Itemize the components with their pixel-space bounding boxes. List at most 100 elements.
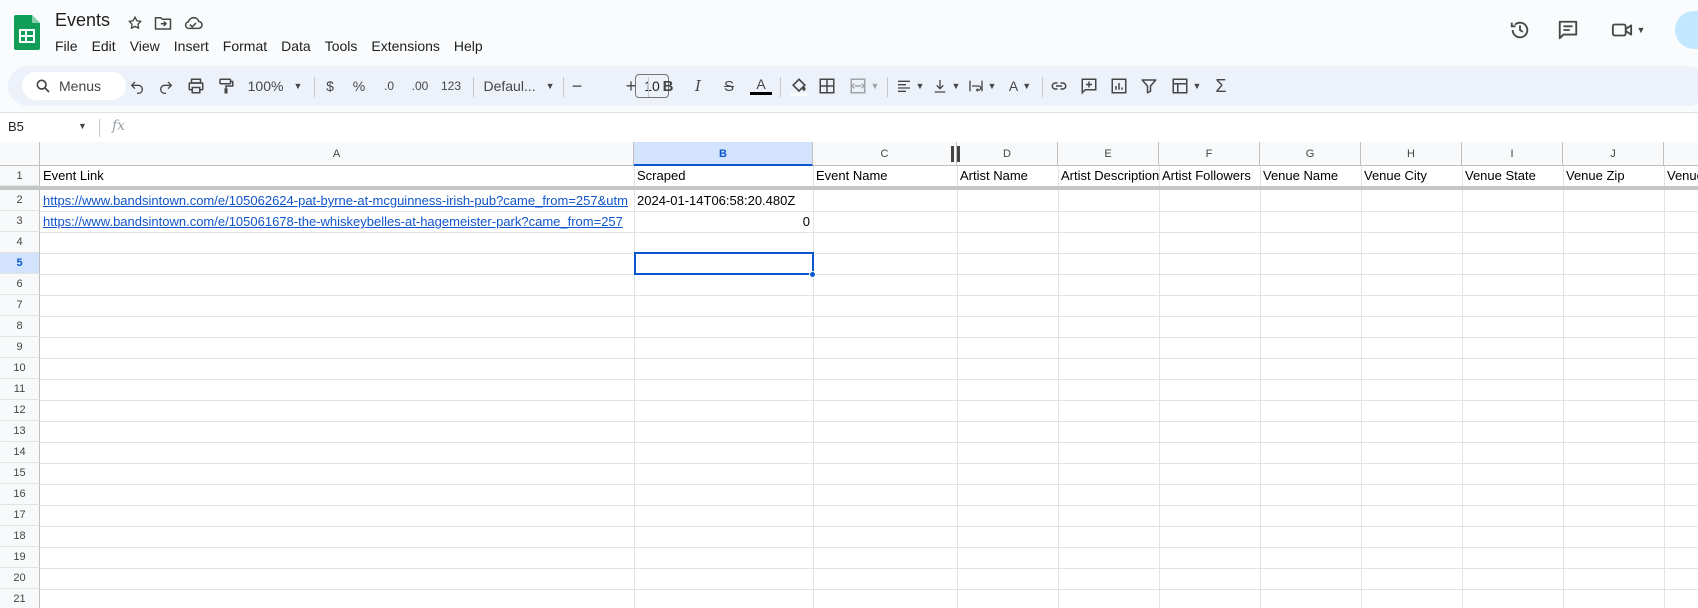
filter-icon[interactable] (1138, 74, 1160, 98)
cell-c1[interactable]: Event Name (813, 166, 957, 186)
currency-format-button[interactable]: $ (322, 74, 338, 98)
fill-handle[interactable] (809, 271, 816, 278)
select-all-corner[interactable] (0, 142, 40, 166)
cell-b3[interactable]: 0 (634, 211, 813, 232)
row-header-1[interactable]: 1 (0, 166, 40, 186)
document-title[interactable]: Events (55, 10, 110, 31)
column-header-g[interactable]: G (1260, 142, 1361, 166)
column-header-h[interactable]: H (1361, 142, 1462, 166)
cell-f1[interactable]: Artist Followers (1159, 166, 1260, 186)
menu-edit[interactable]: Edit (85, 36, 123, 56)
menu-extensions[interactable]: Extensions (364, 36, 446, 56)
column-header-a[interactable]: A (40, 142, 634, 166)
star-icon[interactable] (124, 12, 146, 34)
row-header-19[interactable]: 19 (0, 547, 40, 568)
bold-icon[interactable]: B (658, 74, 678, 98)
row-header-8[interactable]: 8 (0, 316, 40, 337)
column-header-d[interactable]: D (957, 142, 1058, 166)
cell-a2[interactable]: https://www.bandsintown.com/e/105062624-… (40, 190, 634, 211)
menu-tools[interactable]: Tools (318, 36, 365, 56)
column-header-i[interactable]: I (1462, 142, 1563, 166)
insert-chart-icon[interactable] (1108, 74, 1130, 98)
cell-k1[interactable]: Venue (1664, 166, 1698, 186)
row-header-14[interactable]: 14 (0, 442, 40, 463)
row-header-4[interactable]: 4 (0, 232, 40, 253)
comments-icon[interactable] (1553, 15, 1583, 45)
borders-icon[interactable] (816, 74, 838, 98)
text-color-icon[interactable]: A (748, 74, 774, 98)
insert-comment-icon[interactable] (1078, 74, 1100, 98)
row-header-21[interactable]: 21 (0, 589, 40, 608)
row-header-2[interactable]: 2 (0, 190, 40, 211)
column-header-j[interactable]: J (1563, 142, 1664, 166)
percent-format-button[interactable]: % (350, 74, 368, 98)
cell-i1[interactable]: Venue State (1462, 166, 1563, 186)
horizontal-align-icon[interactable]: ▼ (892, 74, 928, 98)
column-header-f[interactable]: F (1159, 142, 1260, 166)
menus-search[interactable]: Menus (22, 72, 126, 100)
filter-views-icon[interactable]: ▼ (1168, 74, 1204, 98)
menu-data[interactable]: Data (274, 36, 318, 56)
name-box-dropdown-icon[interactable]: ▼ (78, 121, 87, 131)
zoom-select[interactable]: 100% ▼ (244, 74, 306, 98)
row-header-10[interactable]: 10 (0, 358, 40, 379)
menu-insert[interactable]: Insert (167, 36, 216, 56)
undo-icon[interactable] (126, 74, 148, 98)
strikethrough-icon[interactable]: S (718, 74, 740, 98)
column-header-b[interactable]: B (634, 142, 813, 166)
decrease-decimal-button[interactable]: .0 (378, 74, 400, 98)
move-folder-icon[interactable] (152, 12, 174, 34)
column-header-e[interactable]: E (1058, 142, 1159, 166)
menu-format[interactable]: Format (216, 36, 274, 56)
row-header-16[interactable]: 16 (0, 484, 40, 505)
row-header-3[interactable]: 3 (0, 211, 40, 232)
meet-video-icon[interactable]: ▼ (1605, 15, 1651, 45)
row-header-6[interactable]: 6 (0, 274, 40, 295)
cell-j1[interactable]: Venue Zip (1563, 166, 1664, 186)
print-icon[interactable] (185, 74, 207, 98)
menu-view[interactable]: View (123, 36, 167, 56)
version-history-icon[interactable] (1505, 15, 1535, 45)
row-header-20[interactable]: 20 (0, 568, 40, 589)
font-size-increase-icon[interactable]: + (622, 74, 640, 98)
text-wrap-icon[interactable]: ▼ (964, 74, 1000, 98)
vertical-align-icon[interactable]: ▼ (928, 74, 964, 98)
row-header-17[interactable]: 17 (0, 505, 40, 526)
row-header-18[interactable]: 18 (0, 526, 40, 547)
cell-d1[interactable]: Artist Name (957, 166, 1058, 186)
row-header-11[interactable]: 11 (0, 379, 40, 400)
cloud-status-icon[interactable] (182, 12, 204, 34)
merge-cells-icon[interactable]: ▼ (846, 74, 882, 98)
redo-icon[interactable] (155, 74, 177, 98)
cell-e1[interactable]: Artist Description (1058, 166, 1159, 186)
font-size-decrease-icon[interactable]: − (568, 74, 586, 98)
column-header-c[interactable]: C (813, 142, 957, 166)
row-header-13[interactable]: 13 (0, 421, 40, 442)
increase-decimal-button[interactable]: .00 (408, 74, 432, 98)
sheets-logo-icon[interactable] (14, 15, 40, 50)
column-resize-handle[interactable] (951, 146, 960, 162)
row-header-9[interactable]: 9 (0, 337, 40, 358)
spreadsheet-grid[interactable]: A B C D E F G H I J 1 2 3 4 5 6 7 8 9 10… (0, 142, 1698, 608)
selected-cell-b5[interactable] (634, 252, 814, 275)
row-header-12[interactable]: 12 (0, 400, 40, 421)
italic-icon[interactable]: I (688, 74, 708, 98)
number-format-button[interactable]: 123 (438, 74, 464, 98)
name-box[interactable]: B5 (8, 119, 24, 134)
share-button[interactable] (1675, 11, 1698, 49)
cell-b2[interactable]: 2024-01-14T06:58:20.480Z (634, 190, 813, 211)
functions-icon[interactable]: Σ (1210, 74, 1232, 98)
fill-color-icon[interactable] (786, 74, 812, 98)
cell-g1[interactable]: Venue Name (1260, 166, 1361, 186)
row-header-7[interactable]: 7 (0, 295, 40, 316)
cell-a1[interactable]: Event Link (40, 166, 634, 186)
row-header-5[interactable]: 5 (0, 253, 40, 274)
meet-dropdown-icon[interactable]: ▼ (1637, 25, 1646, 35)
column-header-k[interactable] (1664, 142, 1698, 166)
cell-b1[interactable]: Scraped (634, 166, 813, 186)
text-rotation-icon[interactable]: A ▼ (1002, 74, 1038, 98)
row-header-15[interactable]: 15 (0, 463, 40, 484)
paint-format-icon[interactable] (215, 74, 237, 98)
cell-a3[interactable]: https://www.bandsintown.com/e/105061678-… (40, 211, 634, 232)
menu-file[interactable]: File (48, 36, 85, 56)
